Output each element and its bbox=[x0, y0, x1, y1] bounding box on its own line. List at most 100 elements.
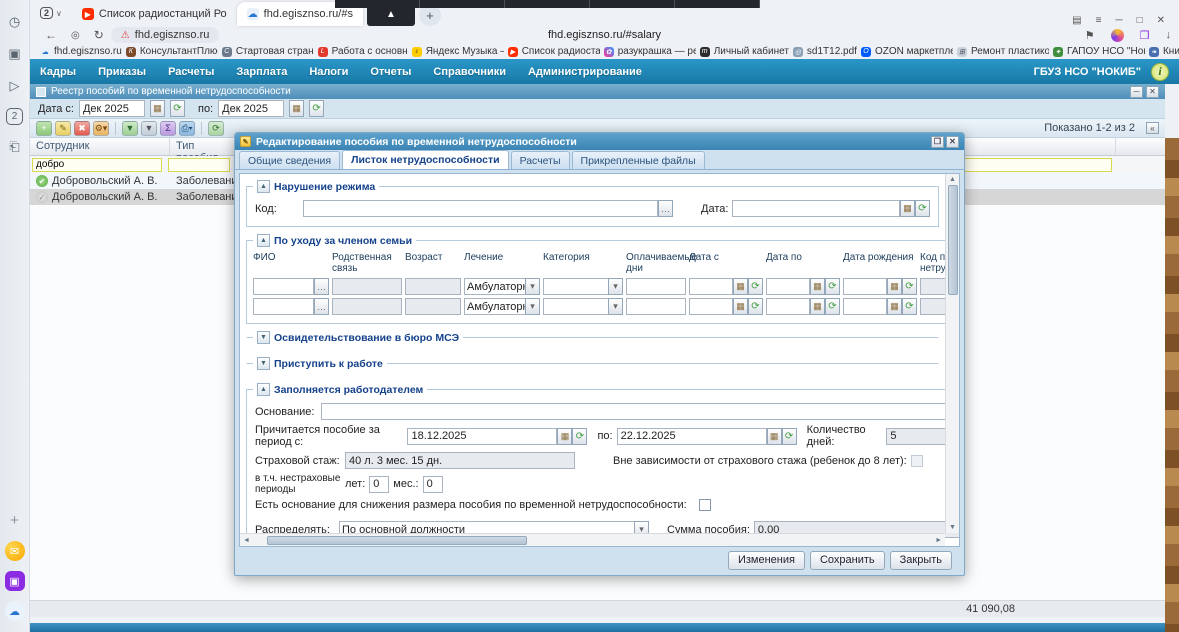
tab-count-icon[interactable]: 2 bbox=[6, 108, 23, 125]
violation-date-input[interactable] bbox=[732, 200, 900, 217]
player-icon[interactable]: ▷ bbox=[5, 76, 25, 96]
cloud-icon[interactable]: ☁ bbox=[4, 601, 25, 621]
tabs-panel-icon[interactable]: ▣ bbox=[5, 44, 25, 64]
menu-otchety[interactable]: Отчеты bbox=[370, 66, 411, 78]
lookup-icon[interactable]: … bbox=[314, 278, 329, 295]
url-field[interactable]: ⚠ fhd.egisznso.ru bbox=[110, 27, 220, 43]
chevron-down-icon[interactable]: ▾ bbox=[608, 278, 623, 295]
export-button[interactable]: ▼ bbox=[141, 120, 157, 136]
info-icon[interactable]: i bbox=[1151, 62, 1169, 81]
collapsed-tabs-strip[interactable] bbox=[335, 0, 760, 8]
category-select[interactable]: ▾ bbox=[543, 278, 623, 295]
chevron-down-icon[interactable]: ▾ bbox=[525, 278, 540, 295]
profile-avatar[interactable] bbox=[1110, 28, 1124, 42]
calendar-icon[interactable]: ▦ bbox=[887, 278, 902, 295]
lookup-icon[interactable]: … bbox=[658, 200, 673, 217]
bookmark-flag-icon[interactable]: ⚑ bbox=[1085, 29, 1095, 42]
date-to-input[interactable] bbox=[766, 278, 810, 295]
close-icon[interactable]: ✕ bbox=[1157, 15, 1165, 26]
edit-button[interactable]: ✎ bbox=[55, 120, 71, 136]
back-icon[interactable]: ← bbox=[45, 28, 57, 42]
date-refresh-icon[interactable]: ⟳ bbox=[781, 427, 797, 445]
years-input[interactable] bbox=[369, 475, 390, 493]
print-button[interactable]: ⎙▾ bbox=[179, 120, 195, 136]
reload-icon[interactable]: ↻ bbox=[94, 28, 104, 42]
calendar-icon[interactable]: ▦ bbox=[289, 100, 305, 117]
bookmark-item[interactable]: ♪ Яндекс Музыка – bbox=[411, 46, 504, 57]
menu-icon[interactable]: ≡ bbox=[1096, 15, 1102, 26]
calendar-icon[interactable]: ▦ bbox=[887, 298, 902, 315]
category-select[interactable]: ▾ bbox=[543, 298, 623, 315]
menu-raschety[interactable]: Расчеты bbox=[168, 66, 214, 78]
date-refresh-icon[interactable]: ⟳ bbox=[902, 278, 917, 295]
vertical-scrollbar[interactable]: ▲ ▼ bbox=[945, 174, 959, 533]
dialog-close-icon[interactable]: ✕ bbox=[946, 135, 959, 148]
calendar-icon[interactable]: ▦ bbox=[733, 298, 748, 315]
horizontal-scrollbar[interactable]: ◄ ► bbox=[240, 533, 945, 546]
collapse-icon[interactable]: ▲ bbox=[257, 383, 270, 396]
calendar-icon[interactable]: ▦ bbox=[733, 278, 748, 295]
bookmark-item[interactable]: ▶ Список радиоста bbox=[507, 46, 600, 57]
bookmark-item[interactable]: ❧Книги Дмитрий bbox=[1148, 46, 1179, 57]
panel-minimize-icon[interactable]: ─ bbox=[1130, 85, 1143, 98]
add-service-button[interactable]: + bbox=[5, 510, 25, 530]
bookmark-item[interactable]: ✦ ГАПОУ НСО "Нов bbox=[1052, 46, 1145, 57]
menu-prikazy[interactable]: Приказы bbox=[98, 66, 146, 78]
collapse-icon[interactable]: ▲ bbox=[257, 180, 270, 193]
panel-close-icon[interactable]: ✕ bbox=[1146, 85, 1159, 98]
collapse-panel-icon[interactable]: « bbox=[1146, 122, 1159, 134]
collapse-icon[interactable]: ▲ bbox=[257, 234, 270, 247]
calendar-icon[interactable]: ▦ bbox=[766, 427, 782, 445]
column-benefit-type[interactable]: Тип пособия bbox=[170, 138, 236, 164]
date-refresh-icon[interactable]: ⟳ bbox=[169, 100, 185, 117]
scroll-right-icon[interactable]: ► bbox=[932, 537, 945, 544]
menu-kadry[interactable]: Кадры bbox=[40, 66, 76, 78]
period-to-input[interactable] bbox=[616, 427, 767, 445]
basis-input[interactable] bbox=[321, 403, 959, 420]
minimize-icon[interactable]: ─ bbox=[1115, 15, 1122, 26]
app-icon[interactable]: ▣ bbox=[4, 571, 25, 591]
close-button[interactable]: Закрыть bbox=[889, 550, 952, 570]
violation-code-input[interactable] bbox=[303, 200, 658, 217]
calendar-icon[interactable]: ▦ bbox=[149, 100, 165, 117]
actions-button[interactable]: ⚙▾ bbox=[93, 120, 109, 136]
tab-general[interactable]: Общие сведения bbox=[239, 151, 341, 169]
export-excel-button[interactable]: ▼ bbox=[122, 120, 138, 136]
birth-date-input[interactable] bbox=[843, 298, 887, 315]
tab-counter[interactable]: 2 ∨ bbox=[34, 2, 68, 24]
mail-icon[interactable]: ✉ bbox=[4, 541, 25, 561]
date-from-input[interactable] bbox=[78, 100, 145, 117]
regardless-checkbox[interactable] bbox=[910, 454, 923, 467]
scroll-thumb[interactable] bbox=[947, 185, 958, 295]
date-refresh-icon[interactable]: ⟳ bbox=[825, 278, 840, 295]
calendar-icon[interactable]: ▦ bbox=[557, 427, 573, 445]
tab-calculations[interactable]: Расчеты bbox=[510, 151, 570, 169]
treatment-select[interactable]: Амбулаторное▾ bbox=[464, 298, 540, 315]
date-refresh-icon[interactable]: ⟳ bbox=[572, 427, 588, 445]
menu-zarplata[interactable]: Зарплата bbox=[236, 66, 287, 78]
chevron-down-icon[interactable]: ▾ bbox=[608, 298, 623, 315]
paid-days-input[interactable] bbox=[626, 298, 686, 315]
calendar-icon[interactable]: ▦ bbox=[810, 298, 825, 315]
reduction-checkbox[interactable] bbox=[698, 499, 711, 511]
calendar-icon[interactable]: ▦ bbox=[900, 200, 915, 217]
menu-administrirovanie[interactable]: Администрирование bbox=[528, 66, 642, 78]
period-from-input[interactable] bbox=[407, 427, 558, 445]
employee-filter-input[interactable] bbox=[32, 157, 162, 172]
bookmark-item[interactable]: ◎ sd1T12.pdf bbox=[792, 46, 857, 57]
chevron-down-icon[interactable]: ▾ bbox=[525, 298, 540, 315]
expand-icon[interactable]: ▼ bbox=[257, 331, 270, 344]
column-employee[interactable]: Сотрудник bbox=[30, 138, 170, 155]
date-refresh-icon[interactable]: ⟳ bbox=[748, 278, 763, 295]
tab-sick-leave[interactable]: Листок нетрудоспособности bbox=[342, 150, 509, 169]
bookmark-item[interactable]: С Стартовая стран bbox=[221, 46, 314, 57]
bookmark-item[interactable]: ☁ fhd.egisznso.ru bbox=[40, 46, 122, 57]
date-refresh-icon[interactable]: ⟳ bbox=[825, 298, 840, 315]
bookmark-item[interactable]: O OZON маркетпле bbox=[860, 46, 953, 57]
refresh-button[interactable]: ⟳ bbox=[208, 120, 224, 136]
delete-button[interactable]: ✖ bbox=[74, 120, 90, 136]
date-to-input[interactable] bbox=[218, 100, 285, 117]
dialog-restore-icon[interactable]: ❐ bbox=[931, 135, 944, 148]
menu-nalogi[interactable]: Налоги bbox=[309, 66, 348, 78]
date-from-input[interactable] bbox=[689, 298, 733, 315]
